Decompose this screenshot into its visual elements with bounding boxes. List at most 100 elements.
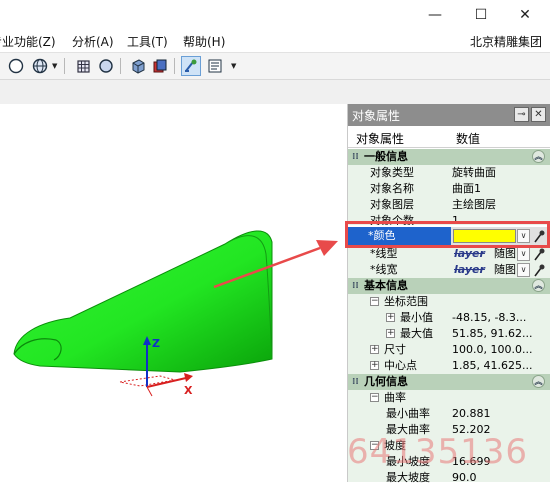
expand-plus-icon[interactable]: + [386,313,395,322]
eyedropper-icon[interactable] [533,247,545,261]
toolbar-separator [174,58,175,74]
pick-icon[interactable] [181,56,201,76]
close-button[interactable]: ✕ [510,3,540,27]
grid-cube-icon[interactable] [74,56,94,76]
grip-icon: ⁞⁞ [352,377,359,387]
property-key: 中心点 [384,359,417,372]
collapse-icon[interactable]: ︽ [532,375,545,388]
title-bar: — ☐ ✕ [0,0,550,30]
property-row: 最小曲率 20.881 [348,406,550,423]
layer-indicator: layer [454,247,485,260]
company-name: 北京精雕集团 [469,35,542,49]
menu-analysis[interactable]: 分析(A) [72,33,114,50]
section-label: 一般信息 [364,150,408,163]
property-key: 坐标范围 [384,295,428,308]
expand-plus-icon[interactable]: + [370,361,379,370]
property-key: *线宽 [370,263,398,276]
property-value: 51.85, 91.62... [452,327,533,340]
property-row: − 坐标范围 [348,294,550,311]
menu-tools[interactable]: 工具(T) [127,33,168,50]
minimize-button[interactable]: — [420,3,450,27]
chevron-down-icon[interactable]: ∨ [517,247,530,261]
column-value-header: 数值 [456,132,481,146]
collapse-minus-icon[interactable]: − [370,393,379,402]
sphere-icon[interactable] [6,56,26,76]
property-row: *线型 layer 随图 ∨ [348,246,550,263]
property-key: 曲率 [384,391,406,404]
property-row: *线宽 layer 随图 ∨ [348,262,550,279]
property-value: 旋转曲面 [452,166,496,179]
property-row: 对象类型 旋转曲面 [348,165,550,182]
x-axis-label: X [184,384,193,397]
property-value: 100.0, 100.0... [452,343,533,356]
menu-help[interactable]: 帮助(H) [183,33,225,50]
3d-viewport[interactable]: Z X [0,104,342,482]
section-general[interactable]: ⁞⁞ 一般信息 ︽ [348,149,550,165]
grip-icon: ⁞⁞ [352,152,359,162]
maximize-button[interactable]: ☐ [466,3,496,27]
property-row: 对象图层 主绘图层 [348,197,550,214]
property-row: + 最大值 51.85, 91.62... [348,326,550,343]
toolbar-strip [0,80,550,104]
z-axis-label: Z [152,337,160,350]
x-axis [146,377,187,388]
highlight-box [345,221,550,248]
layers-icon[interactable] [150,56,170,76]
grip-icon: ⁞⁞ [352,281,359,291]
property-row: + 尺寸 100.0, 100.0... [348,342,550,359]
circle-icon[interactable] [96,56,116,76]
property-key: 对象类型 [370,166,414,179]
property-key: 对象名称 [370,182,414,195]
panel-header: 对象属性 ⊸ ✕ [348,104,550,126]
globe-icon[interactable] [30,56,50,76]
property-value: 20.881 [452,407,491,420]
property-key: *线型 [370,247,398,260]
collapse-icon[interactable]: ︽ [532,150,545,163]
property-key: 尺寸 [384,343,406,356]
property-key: 对象图层 [370,198,414,211]
property-row: − 曲率 [348,390,550,407]
layer-indicator: layer [454,263,485,276]
property-row: + 最小值 -48.15, -8.3... [348,310,550,327]
panel-title: 对象属性 [352,109,401,123]
expand-plus-icon[interactable]: + [370,345,379,354]
section-label: 几何信息 [364,375,408,388]
eyedropper-icon[interactable] [533,263,545,277]
watermark: 64135136 [347,432,529,472]
collapse-minus-icon[interactable]: − [370,297,379,306]
section-geometry[interactable]: ⁞⁞ 几何信息 ︽ [348,374,550,390]
property-key: 最大值 [400,327,433,340]
chevron-down-icon[interactable]: ∨ [517,263,530,277]
property-value: 1.85, 41.625... [452,359,533,372]
property-value: -48.15, -8.3... [452,311,527,324]
properties-panel: 对象属性 ⊸ ✕ 对象属性 数值 ⁞⁞ 一般信息 ︽ 对象类型 旋转曲面 对象名… [347,104,550,484]
properties-icon[interactable] [205,56,225,76]
revolved-surface[interactable] [13,230,273,373]
property-key: 最小曲率 [386,407,430,420]
property-key: 最大坡度 [386,471,430,484]
close-icon[interactable]: ✕ [531,107,546,122]
property-value: 曲面1 [452,182,481,195]
property-key: 最小值 [400,311,433,324]
column-header: 对象属性 数值 [348,127,550,148]
property-value: 主绘图层 [452,198,496,211]
toolbar: ▼ ▼ [0,53,550,80]
collapse-icon[interactable]: ︽ [532,279,545,292]
menu-special-functions[interactable]: 专业功能(Z) [0,33,56,50]
property-row: + 中心点 1.85, 41.625... [348,358,550,375]
menu-bar: 专业功能(Z) 分析(A) 工具(T) 帮助(H) 北京精雕集团 [0,30,550,53]
property-value: 随图 [494,263,516,276]
viewport-canvas: Z X [13,230,338,397]
section-basic[interactable]: ⁞⁞ 基本信息 ︽ [348,278,550,294]
property-value: 随图 [494,247,516,260]
chevron-down-icon[interactable]: ▼ [52,62,57,70]
chevron-down-icon[interactable]: ▼ [231,62,236,70]
section-label: 基本信息 [364,279,408,292]
property-row: 对象名称 曲面1 [348,181,550,198]
pin-icon[interactable]: ⊸ [514,107,529,122]
cube-icon[interactable] [128,56,148,76]
expand-plus-icon[interactable]: + [386,329,395,338]
property-value: 90.0 [452,471,477,484]
toolbar-separator [64,58,65,74]
toolbar-separator [120,58,121,74]
